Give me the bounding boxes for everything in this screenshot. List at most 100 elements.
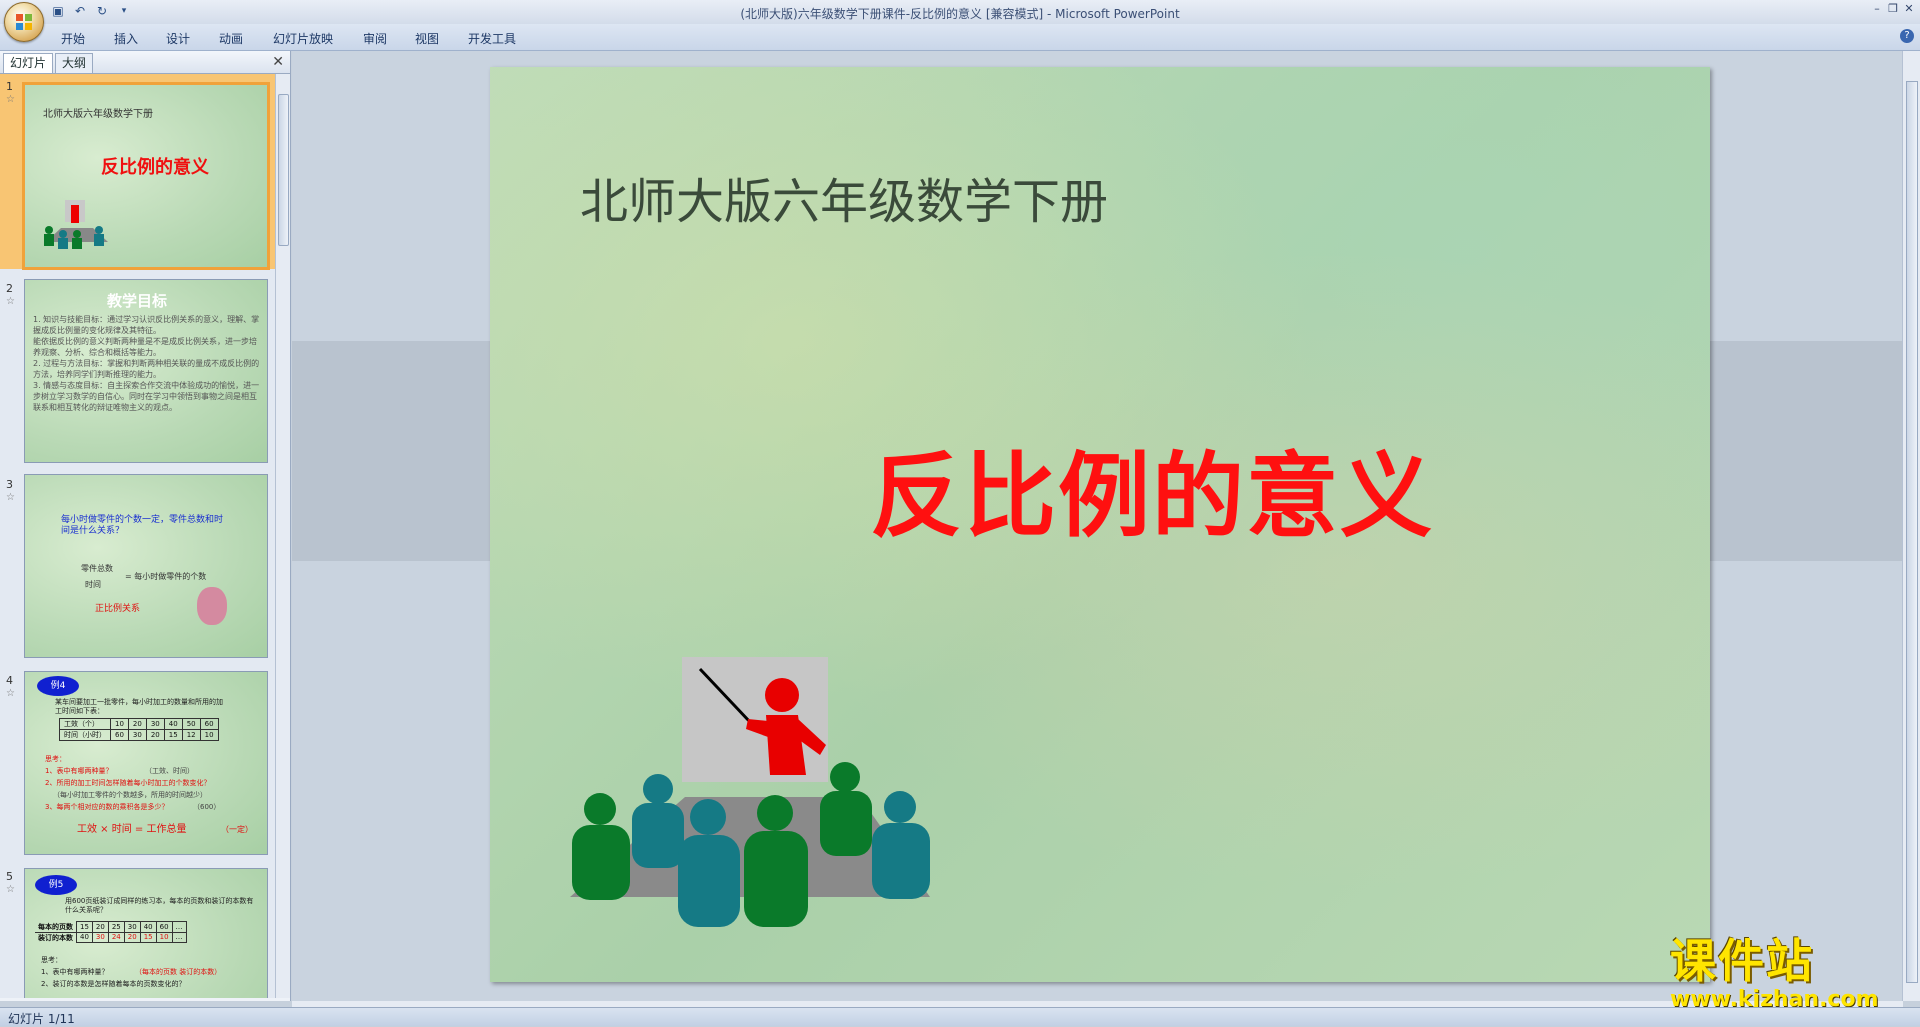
slide-number: 2 [6,282,13,295]
tab-slideshow[interactable]: 幻灯片放映 [273,30,333,47]
animation-star-icon: ☆ [6,296,15,307]
thumb-line: 2. 过程与方法目标：掌握和判断两种相关联的量成不成反比例的方法，培养同学们判断… [33,359,260,379]
thumb-const: （一定） [221,825,253,834]
panel-tabs: 幻灯片 大纲 ✕ [0,51,290,74]
thumb-a1: （每本的页数 装订的本数） [135,968,222,976]
thumb-title: 反比例的意义 [101,157,209,178]
slide-number: 3 [6,478,13,491]
slide-thumbnails: 1 ☆ 北师大版六年级数学下册 反比例的意义 2 ☆ 教学目标 1. 知识与技能… [0,74,276,998]
thumb-intro: 用600页纸装订成同样的练习本，每本的页数和装订的本数有什么关系呢？ [65,897,254,914]
table-cell: … [171,931,187,943]
slide-counter: 幻灯片 1/11 [8,1012,75,1026]
table-cell: 15 [76,921,93,933]
table-cell: 10 [155,931,173,943]
table-cell: 工效（个） [59,718,111,730]
tab-slides[interactable]: 幻灯片 [3,53,54,73]
presenter-illustration [44,200,108,249]
thumb-q4: 3、每两个相对应的数的乘积各是多少？ [45,803,169,811]
tab-outline[interactable]: 大纲 [55,53,94,73]
customize-qat-icon[interactable]: ▾ [116,3,132,19]
table-cell: 10 [199,729,219,741]
thumb-label: 零件总数 [81,564,113,573]
thumb-a4: （600） [193,803,221,811]
close-panel-icon[interactable]: ✕ [272,54,284,70]
child-illustration [197,587,227,625]
slide-thumbnail-1[interactable]: 北师大版六年级数学下册 反比例的意义 [22,82,270,270]
watermark-logo: 课件站 www.kjzhan.com [1670,925,1905,1012]
restore-icon[interactable]: ❐ [1886,2,1900,16]
close-icon[interactable]: ✕ [1902,2,1916,16]
watermark-text: 课件站 [1670,934,1814,988]
office-button[interactable] [4,2,44,42]
quick-access-toolbar: ▣ ↶ ↻ ▾ [50,3,132,19]
tab-insert[interactable]: 插入 [114,30,138,47]
table-cell: 15 [163,729,183,741]
slide-thumbnail-5[interactable]: 例5 用600页纸装订成同样的练习本，每本的页数和装订的本数有什么关系呢？ 每本… [24,868,268,998]
slide-subtitle[interactable]: 北师大版六年级数学下册 [580,162,1108,232]
thumb-label: = 每小时做零件的个数 [125,572,207,581]
thumb-q3: （每小时加工零件的个数越多，所用的时间越少） [53,791,207,799]
thumb-subtitle: 北师大版六年级数学下册 [43,109,153,120]
slide-scrollbar[interactable] [1902,51,1920,1001]
tab-animations[interactable]: 动画 [219,30,243,47]
thumb-think: 思考： [45,755,66,763]
thumb-q2: 2、装订的本数是怎样随着每本的页数变化的？ [41,980,186,988]
thumb-a1: （工效、时间） [145,767,194,775]
slide-thumbnail-4[interactable]: 例4 某车间要加工一批零件，每小时加工的数量和所用的加工时间如下表： 工效（个）… [24,671,268,855]
minimize-icon[interactable]: – [1870,2,1884,16]
table-cell: … [171,921,187,933]
slide-thumbnail-2[interactable]: 教学目标 1. 知识与技能目标：通过学习认识反比例关系的意义，理解、掌握成反比例… [24,279,268,463]
help-icon[interactable]: ? [1900,29,1914,43]
tab-view[interactable]: 视图 [415,30,439,47]
thumb-table: 工效（个） 10 20 30 40 50 60 时间（小时） 60 30 20 … [59,718,219,741]
thumb-line: 能依据反比例的意义判断两种量是不是成反比例关系，进一步培养观察、分析、综合和概括… [33,337,257,357]
thumb-label: 时间 [85,580,101,589]
table-cell: 60 [155,921,173,933]
redo-icon[interactable]: ↻ [94,3,110,19]
table-cell: 30 [91,931,109,943]
table-cell: 每本的页数 [35,921,77,933]
example-badge: 例4 [37,676,79,696]
save-icon[interactable]: ▣ [50,3,66,19]
table-cell: 12 [181,729,201,741]
table-cell: 10 [110,718,129,730]
scrollbar-thumb[interactable] [1906,81,1918,983]
thumb-intro: 某车间要加工一批零件，每小时加工的数量和所用的加工时间如下表： [55,698,223,715]
presenter-illustration[interactable] [570,657,940,927]
tab-home[interactable]: 开始 [61,30,85,47]
ribbon: 开始 插入 设计 动画 幻灯片放映 审阅 视图 开发工具 ? [0,24,1920,51]
table-cell: 20 [145,729,165,741]
table-cell: 50 [181,718,201,730]
animation-star-icon: ☆ [6,688,15,699]
thumb-answer: 正比例关系 [95,604,141,614]
example-badge: 例5 [35,875,77,895]
status-bar: 幻灯片 1/11 [0,1007,1920,1026]
thumbnail-scrollbar[interactable] [275,74,290,998]
slides-panel: 幻灯片 大纲 ✕ 1 ☆ 北师大版六年级数学下册 反比例的意义 2 ☆ 教学目标 [0,51,291,1001]
slide-number: 4 [6,674,13,687]
table-cell: 装订的本数 [38,933,73,942]
tab-developer[interactable]: 开发工具 [468,30,516,47]
office-logo-icon [16,14,32,30]
thumb-think: 思考： [41,956,62,964]
slide-number: 1 [6,80,13,93]
table-cell: 40 [163,718,183,730]
slide-title[interactable]: 反比例的意义 [870,422,1434,555]
table-cell: 30 [145,718,165,730]
undo-icon[interactable]: ↶ [72,3,88,19]
slide-1[interactable]: 北师大版六年级数学下册 反比例的意义 [490,67,1710,982]
table-cell: 60 [110,729,129,741]
tab-design[interactable]: 设计 [166,30,190,47]
slide-thumbnail-3[interactable]: 每小时做零件的个数一定，零件总数和时间是什么关系？ 零件总数 时间 = 每小时做… [24,474,268,658]
title-bar: (北师大版)六年级数学下册课件-反比例的意义 [兼容模式] - Microsof… [0,0,1920,25]
thumb-line: 1. 知识与技能目标：通过学习认识反比例关系的意义，理解、掌握成反比例量的变化规… [33,315,260,335]
animation-star-icon: ☆ [6,884,15,895]
thumb-q2: 2、所用的加工时间怎样随着每小时加工的个数变化？ [45,779,211,787]
tab-review[interactable]: 审阅 [363,30,387,47]
animation-star-icon: ☆ [6,94,15,105]
table-cell: 60 [199,718,219,730]
table-cell: 40 [139,921,157,933]
thumb-body: 1. 知识与技能目标：通过学习认识反比例关系的意义，理解、掌握成反比例量的变化规… [33,314,261,413]
scrollbar-thumb[interactable] [278,94,289,246]
table-cell: 24 [107,931,125,943]
